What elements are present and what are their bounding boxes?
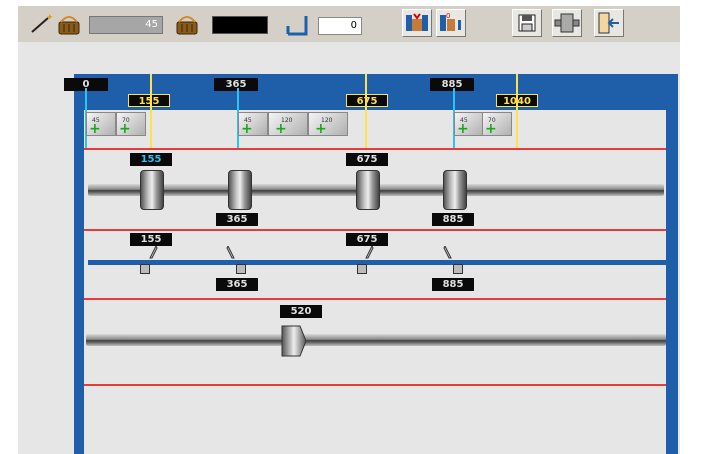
plus-icon: +: [457, 121, 469, 137]
plus-icon: +: [89, 121, 101, 137]
merge-tool-button[interactable]: [402, 9, 432, 37]
machine-settings-button[interactable]: [552, 9, 582, 37]
blade-tab[interactable]: 45 +: [238, 112, 268, 136]
blade-tab[interactable]: 70 +: [116, 112, 146, 136]
wand-icon[interactable]: ✦: [30, 12, 54, 34]
blade-tab[interactable]: 45 +: [86, 112, 116, 136]
black-field: [212, 16, 268, 34]
limit-line: [84, 384, 666, 386]
marker-line-675: [365, 74, 367, 150]
ruler-mark-885: 885: [430, 78, 474, 91]
blade-tab[interactable]: 70 +: [482, 112, 512, 136]
marker-line-1040: [516, 74, 518, 150]
disc-675[interactable]: [351, 170, 385, 210]
blade-tab[interactable]: 120 +: [308, 112, 348, 136]
disc-365[interactable]: [223, 170, 257, 210]
shaft-label-155: 155: [130, 153, 172, 166]
lower-shaft: [86, 334, 666, 346]
limit-line: [84, 229, 666, 231]
exit-button[interactable]: [594, 9, 624, 37]
disc-885[interactable]: [438, 170, 472, 210]
plus-icon: +: [119, 121, 131, 137]
plus-icon: +: [241, 121, 253, 137]
toolbar: ✦ 45 0 0: [18, 6, 680, 42]
blade-tab[interactable]: 120 +: [268, 112, 308, 136]
limit-line: [84, 298, 666, 300]
ruler-mark-365: 365: [214, 78, 258, 91]
knife-holder-icon: [236, 264, 246, 274]
left-frame-bar: [74, 74, 84, 454]
blade-tab[interactable]: 45 +: [454, 112, 484, 136]
svg-text:0: 0: [446, 12, 450, 20]
basket-icon[interactable]: [56, 12, 82, 36]
plus-icon: +: [275, 121, 287, 137]
offset-bracket-icon: [284, 14, 312, 36]
limit-line: [84, 148, 666, 150]
counter-field: 45: [89, 16, 163, 34]
split-tool-button[interactable]: 0: [436, 9, 466, 37]
knife-holder-icon: [140, 264, 150, 274]
ruler-mark-675: 675: [346, 94, 388, 107]
plus-icon: +: [485, 121, 497, 137]
disc-155[interactable]: [135, 170, 169, 210]
plus-icon: +: [315, 121, 327, 137]
marker-line-155: [150, 74, 152, 150]
shaft-label-365: 365: [216, 213, 258, 226]
shaft-label-675: 675: [346, 153, 388, 166]
machine-canvas: 0 365 885 155 675 1040 45 + 70 + 45 + 12…: [18, 42, 680, 454]
knife-holder-icon: [357, 264, 367, 274]
knife-label-365: 365: [216, 278, 258, 291]
knife-rail: [88, 260, 666, 265]
svg-text:✦: ✦: [46, 13, 54, 23]
right-frame-bar: [666, 74, 678, 454]
bottom-shaft-label: 520: [280, 305, 322, 318]
basket-icon[interactable]: [174, 12, 200, 36]
shaft-label-885: 885: [432, 213, 474, 226]
knife-holder-icon: [453, 264, 463, 274]
save-button[interactable]: [512, 9, 542, 37]
ruler-mark-155: 155: [128, 94, 170, 107]
offset-input[interactable]: 0: [318, 17, 362, 35]
knife-label-885: 885: [432, 278, 474, 291]
lower-shaft-disc[interactable]: [280, 322, 308, 360]
